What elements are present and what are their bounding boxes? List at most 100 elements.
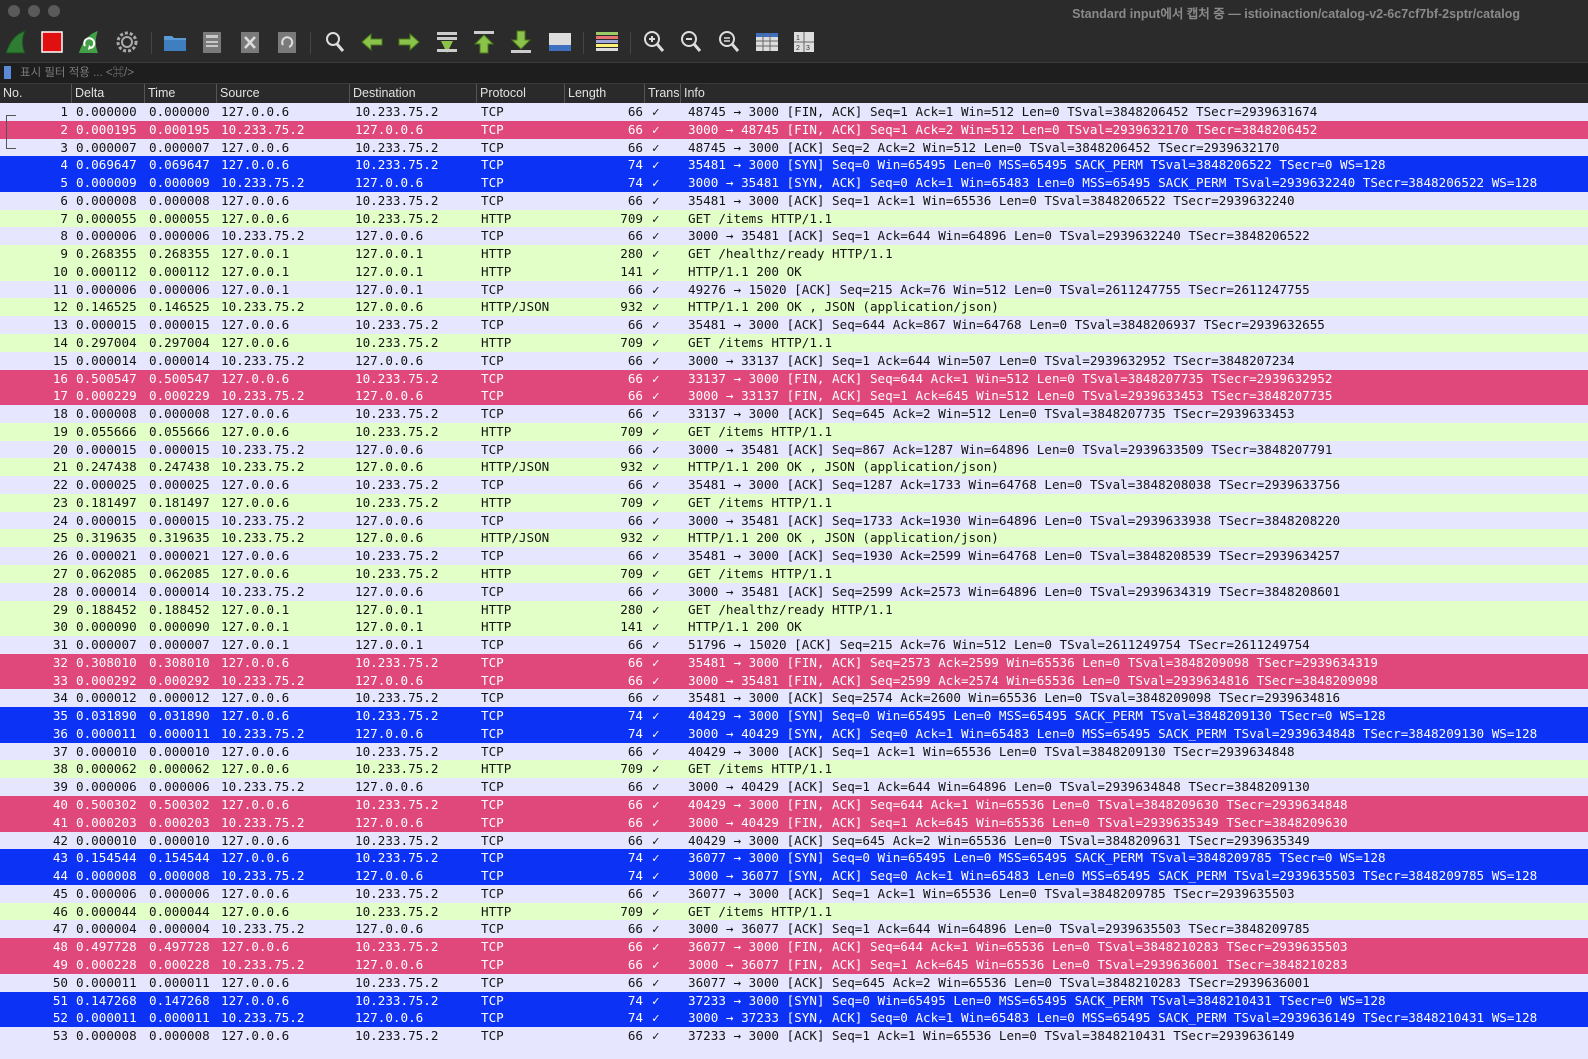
packet-row[interactable]: 42 0.000010 0.000010 127.0.0.6 10.233.75.2 TC…: [0, 831, 1588, 850]
packet-row[interactable]: 17 0.000229 0.000229 10.233.75.2 127.0.0.6 TC…: [0, 387, 1588, 406]
close-file-button[interactable]: [236, 28, 264, 56]
close-window-button[interactable]: [8, 5, 20, 17]
packet-row[interactable]: 1 0.000000 0.000000 127.0.0.6 10.233.75.2 TCP…: [0, 103, 1588, 121]
packet-trans-check: ✓: [652, 708, 660, 724]
packet-row[interactable]: 47 0.000004 0.000004 10.233.75.2 127.0.0.6 TC…: [0, 920, 1588, 939]
packet-row[interactable]: 32 0.308010 0.308010 127.0.0.6 10.233.75.2 TC…: [0, 653, 1588, 672]
packet-row[interactable]: 52 0.000011 0.000011 10.233.75.2 127.0.0.6 TC…: [0, 1009, 1588, 1028]
go-forward-button[interactable]: [395, 28, 423, 56]
reload-file-button[interactable]: [273, 28, 301, 56]
packet-row[interactable]: 18 0.000008 0.000008 127.0.0.6 10.233.75.2 TC…: [0, 405, 1588, 423]
packet-row[interactable]: 36 0.000011 0.000011 10.233.75.2 127.0.0.6 TC…: [0, 724, 1588, 743]
packet-row[interactable]: 24 0.000015 0.000015 10.233.75.2 127.0.0.6 TC…: [0, 511, 1588, 530]
packet-row[interactable]: 51 0.147268 0.147268 127.0.0.6 10.233.75.2 TC…: [0, 991, 1588, 1010]
packet-row[interactable]: 28 0.000014 0.000014 10.233.75.2 127.0.0.6 TC…: [0, 582, 1588, 601]
packet-row[interactable]: 10 0.000112 0.000112 127.0.0.1 127.0.0.1 HTTP…: [0, 262, 1588, 281]
packet-row[interactable]: 25 0.319635 0.319635 10.233.75.2 127.0.0.6 HT…: [0, 529, 1588, 548]
packet-row[interactable]: 3 0.000007 0.000007 127.0.0.6 10.233.75.2 TCP…: [0, 138, 1588, 157]
last-packet-button[interactable]: [507, 28, 535, 56]
packet-row[interactable]: 2 0.000195 0.000195 10.233.75.2 127.0.0.6 TCP…: [0, 120, 1588, 139]
packet-row[interactable]: 30 0.000090 0.000090 127.0.0.1 127.0.0.1 HTTP…: [0, 618, 1588, 637]
packet-row[interactable]: 12 0.146525 0.146525 10.233.75.2 127.0.0.6 HT…: [0, 298, 1588, 317]
minimize-window-button[interactable]: [28, 5, 40, 17]
column-header-protocol[interactable]: Protocol: [476, 84, 564, 103]
packet-row[interactable]: 49 0.000228 0.000228 10.233.75.2 127.0.0.6 TC…: [0, 955, 1588, 974]
colorize-button[interactable]: [593, 28, 621, 56]
display-filter-input[interactable]: [16, 63, 1584, 83]
packet-row[interactable]: 39 0.000006 0.000006 10.233.75.2 127.0.0.6 TC…: [0, 778, 1588, 797]
packet-row[interactable]: 31 0.000007 0.000007 127.0.0.1 127.0.0.1 TCP 6…: [0, 636, 1588, 654]
packet-info: 3000 → 36077 [SYN, ACK] Seq=0 Ack=1 Win=…: [688, 868, 1538, 884]
packet-row[interactable]: 5 0.000009 0.000009 10.233.75.2 127.0.0.6 TCP…: [0, 174, 1588, 192]
column-header-no[interactable]: No.: [0, 84, 71, 103]
packet-row[interactable]: 7 0.000055 0.000055 127.0.0.6 10.233.75.2 HTT…: [0, 209, 1588, 228]
packet-length: 932: [620, 530, 643, 546]
start-capture-button[interactable]: [2, 28, 30, 56]
packet-row[interactable]: 37 0.000010 0.000010 127.0.0.6 10.233.75.2 TC…: [0, 742, 1588, 761]
packet-length: 74: [627, 850, 643, 866]
open-file-button[interactable]: [161, 28, 189, 56]
packet-row[interactable]: 41 0.000203 0.000203 10.233.75.2 127.0.0.6 TC…: [0, 813, 1588, 832]
restart-capture-button[interactable]: [75, 28, 103, 56]
column-header-length[interactable]: Length: [564, 84, 644, 103]
packet-row[interactable]: 53 0.000008 0.000008 127.0.0.6 10.233.75.2 TC…: [0, 1027, 1588, 1045]
packet-row[interactable]: 40 0.500302 0.500302 127.0.0.6 10.233.75.2 TC…: [0, 796, 1588, 814]
packet-row[interactable]: 8 0.000006 0.000006 10.233.75.2 127.0.0.6 TCP…: [0, 227, 1588, 246]
packet-row[interactable]: 29 0.188452 0.188452 127.0.0.1 127.0.0.1 HTTP…: [0, 600, 1588, 619]
packet-row[interactable]: 9 0.268355 0.268355 127.0.0.1 127.0.0.1 HTTP 2…: [0, 245, 1588, 263]
packet-row[interactable]: 48 0.497728 0.497728 127.0.0.6 10.233.75.2 TC…: [0, 938, 1588, 956]
zoom-window-button[interactable]: [48, 5, 60, 17]
packet-row[interactable]: 13 0.000015 0.000015 127.0.0.6 10.233.75.2 TC…: [0, 316, 1588, 334]
packet-row[interactable]: 38 0.000062 0.000062 127.0.0.6 10.233.75.2 HT…: [0, 760, 1588, 779]
packet-row[interactable]: 44 0.000008 0.000008 10.233.75.2 127.0.0.6 TC…: [0, 867, 1588, 885]
go-back-button[interactable]: [358, 28, 386, 56]
packet-row[interactable]: 23 0.181497 0.181497 127.0.0.6 10.233.75.2 HT…: [0, 493, 1588, 512]
packet-info: 35481 → 3000 [ACK] Seq=2574 Ack=2600 Win…: [688, 690, 1341, 706]
packet-row[interactable]: 11 0.000006 0.000006 127.0.0.1 127.0.0.1 TCP 6…: [0, 280, 1588, 299]
find-packet-button[interactable]: [321, 28, 349, 56]
packet-row[interactable]: 33 0.000292 0.000292 10.233.75.2 127.0.0.6 TC…: [0, 671, 1588, 690]
packet-row[interactable]: 6 0.000008 0.000008 127.0.0.6 10.233.75.2 TCP…: [0, 191, 1588, 210]
packet-row[interactable]: 16 0.500547 0.500547 127.0.0.6 10.233.75.2 TC…: [0, 369, 1588, 388]
packet-row[interactable]: 50 0.000011 0.000011 127.0.0.6 10.233.75.2 TC…: [0, 973, 1588, 992]
packet-trans-check: ✓: [652, 370, 660, 386]
packet-row[interactable]: 27 0.062085 0.062085 127.0.0.6 10.233.75.2 HT…: [0, 565, 1588, 583]
capture-options-button[interactable]: [113, 28, 141, 56]
zoom-reset-icon: [719, 31, 740, 52]
column-header-trans[interactable]: Trans: [644, 84, 680, 103]
packet-row[interactable]: 21 0.247438 0.247438 10.233.75.2 127.0.0.6 HT…: [0, 458, 1588, 477]
arrow-left-icon: [361, 32, 383, 52]
packet-row[interactable]: 34 0.000012 0.000012 127.0.0.6 10.233.75.2 TC…: [0, 689, 1588, 708]
packet-row[interactable]: 46 0.000044 0.000044 127.0.0.6 10.233.75.2 HT…: [0, 902, 1588, 921]
packet-row[interactable]: 14 0.297004 0.297004 127.0.0.6 10.233.75.2 HT…: [0, 334, 1588, 352]
column-header-destination[interactable]: Destination: [349, 84, 476, 103]
packet-row[interactable]: 20 0.000015 0.000015 10.233.75.2 127.0.0.6 TC…: [0, 440, 1588, 459]
zoom-out-button[interactable]: [677, 28, 705, 56]
packet-row[interactable]: 22 0.000025 0.000025 127.0.0.6 10.233.75.2 TC…: [0, 476, 1588, 494]
go-to-packet-button[interactable]: [433, 28, 461, 56]
stop-capture-button[interactable]: [38, 28, 66, 56]
normal-size-button[interactable]: [715, 28, 743, 56]
column-header-delta[interactable]: Delta: [71, 84, 144, 103]
packet-row[interactable]: 15 0.000014 0.000014 10.233.75.2 127.0.0.6 TC…: [0, 351, 1588, 370]
packet-row[interactable]: 45 0.000006 0.000006 127.0.0.6 10.233.75.2 TC…: [0, 884, 1588, 903]
column-header-info[interactable]: Info: [680, 84, 1588, 103]
toolbar-separator: [310, 32, 311, 54]
packet-info: GET /items HTTP/1.1: [688, 566, 833, 582]
column-header-source[interactable]: Source: [216, 84, 349, 103]
column-header-time[interactable]: Time: [144, 84, 216, 103]
resize-columns-button[interactable]: [753, 28, 781, 56]
packet-row[interactable]: 35 0.031890 0.031890 127.0.0.6 10.233.75.2 TC…: [0, 707, 1588, 725]
save-file-button[interactable]: [198, 28, 226, 56]
packet-length: 66: [627, 548, 643, 564]
first-packet-button[interactable]: [470, 28, 498, 56]
packet-row[interactable]: 19 0.055666 0.055666 127.0.0.6 10.233.75.2 HT…: [0, 422, 1588, 441]
packet-row[interactable]: 4 0.069647 0.069647 127.0.0.6 10.233.75.2 TCP…: [0, 156, 1588, 175]
packet-row[interactable]: 43 0.154544 0.154544 127.0.0.6 10.233.75.2 TC…: [0, 849, 1588, 868]
packet-list[interactable]: 1 0.000000 0.000000 127.0.0.6 10.233.75.2 TCP…: [0, 103, 1588, 1059]
extra-button[interactable]: 1 23: [790, 28, 818, 56]
zoom-in-button[interactable]: [640, 28, 668, 56]
packet-row[interactable]: 26 0.000021 0.000021 127.0.0.6 10.233.75.2 TC…: [0, 547, 1588, 566]
autoscroll-button[interactable]: [546, 28, 574, 56]
bookmark-icon[interactable]: [4, 66, 11, 79]
